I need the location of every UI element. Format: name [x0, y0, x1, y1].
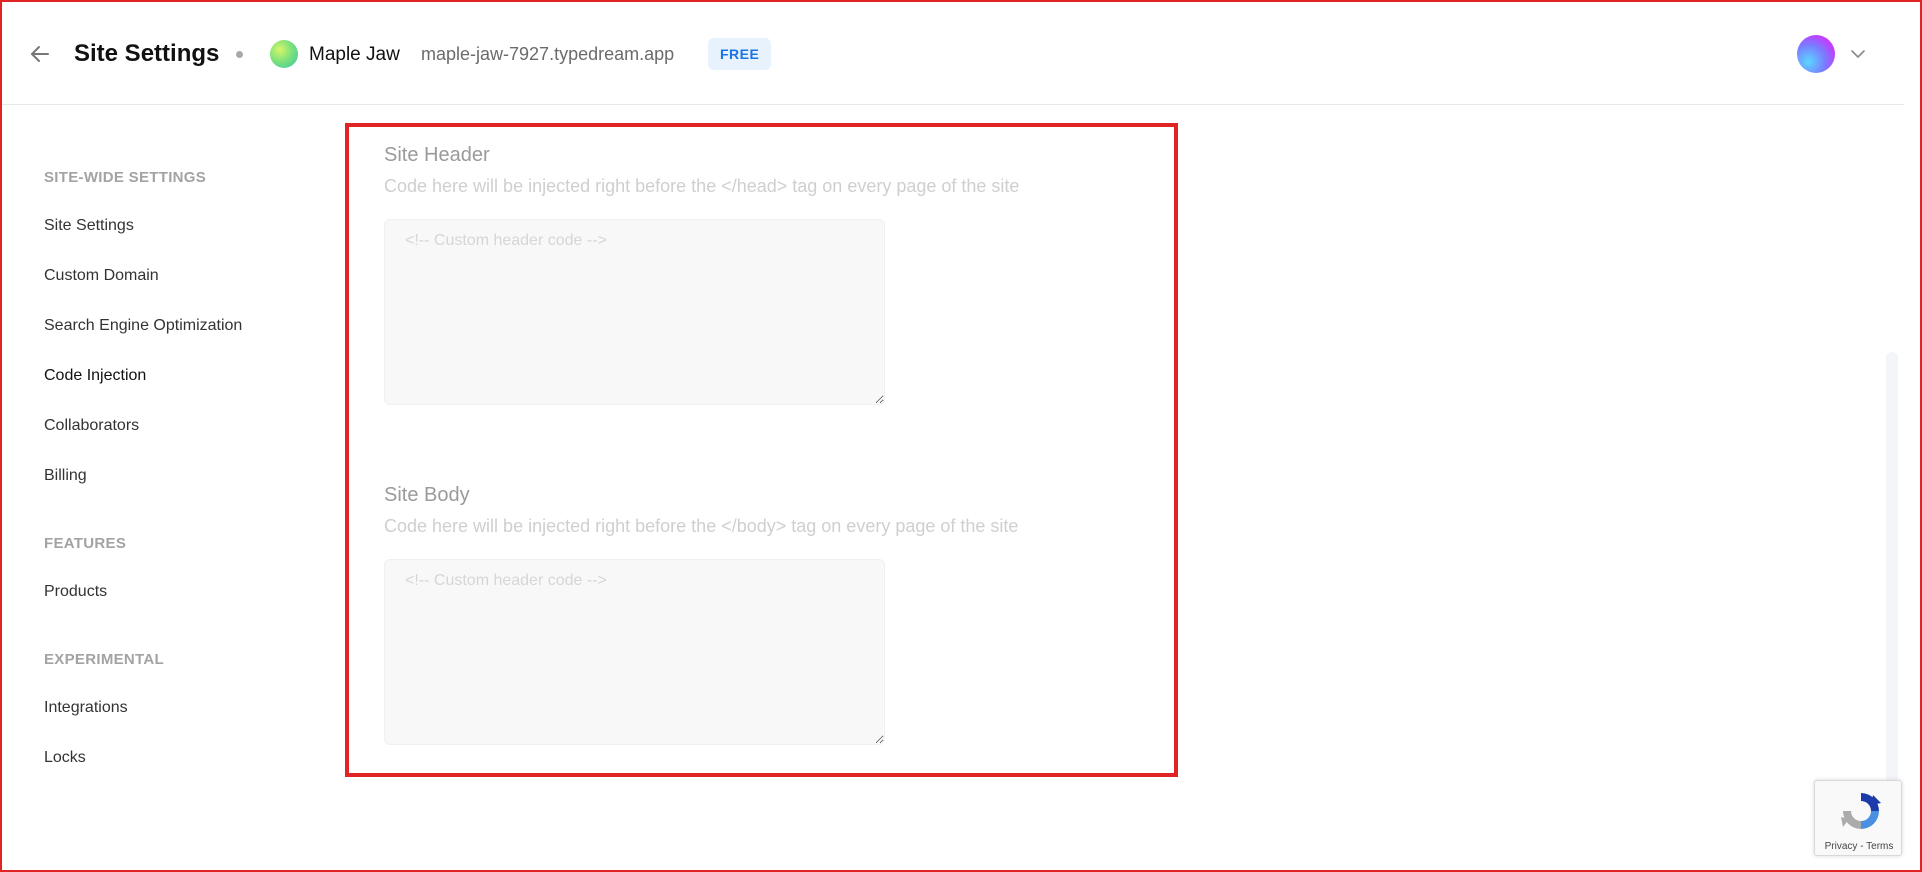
site-logo	[270, 40, 298, 68]
separator-dot	[236, 51, 243, 58]
site-body-code-input[interactable]	[384, 559, 885, 745]
site-header-description: Code here will be injected right before …	[384, 176, 1020, 196]
sidebar-item-products[interactable]: Products	[44, 583, 107, 601]
avatar[interactable]	[1797, 35, 1835, 73]
sidebar-item-locks[interactable]: Locks	[44, 749, 86, 767]
settings-sidebar: SITE-WIDE SETTINGS Site Settings Custom …	[44, 105, 324, 865]
sidebar-heading-features: FEATURES	[44, 535, 127, 552]
plan-badge: FREE	[708, 38, 772, 70]
chevron-down-icon[interactable]	[1848, 44, 1868, 64]
sidebar-item-billing[interactable]: Billing	[44, 467, 87, 485]
sidebar-heading-experimental: EXPERIMENTAL	[44, 651, 164, 668]
sidebar-item-seo[interactable]: Search Engine Optimization	[44, 317, 242, 335]
site-header-code-input[interactable]	[384, 219, 885, 405]
site-name: Maple Jaw	[309, 44, 400, 65]
site-body-description: Code here will be injected right before …	[384, 516, 1019, 536]
sidebar-item-integrations[interactable]: Integrations	[44, 699, 128, 717]
sidebar-item-code-injection[interactable]: Code Injection	[44, 367, 146, 385]
arrow-left-icon[interactable]	[28, 42, 52, 66]
recaptcha-icon	[1837, 787, 1885, 835]
top-bar: Site Settings Maple Jaw maple-jaw-7927.t…	[0, 0, 1904, 105]
site-header-title: Site Header	[384, 144, 490, 166]
sidebar-heading-site-wide: SITE-WIDE SETTINGS	[44, 169, 207, 186]
scrollbar[interactable]	[1886, 352, 1898, 782]
recaptcha-links[interactable]: Privacy - Terms	[1815, 841, 1903, 852]
recaptcha-badge[interactable]: Privacy - Terms	[1814, 780, 1902, 856]
page-title: Site Settings	[74, 40, 220, 67]
sidebar-item-custom-domain[interactable]: Custom Domain	[44, 267, 159, 285]
sidebar-item-collaborators[interactable]: Collaborators	[44, 417, 139, 435]
site-body-title: Site Body	[384, 484, 470, 506]
site-url-link[interactable]: maple-jaw-7927.typedream.app	[421, 44, 674, 65]
sidebar-item-site-settings[interactable]: Site Settings	[44, 217, 134, 235]
